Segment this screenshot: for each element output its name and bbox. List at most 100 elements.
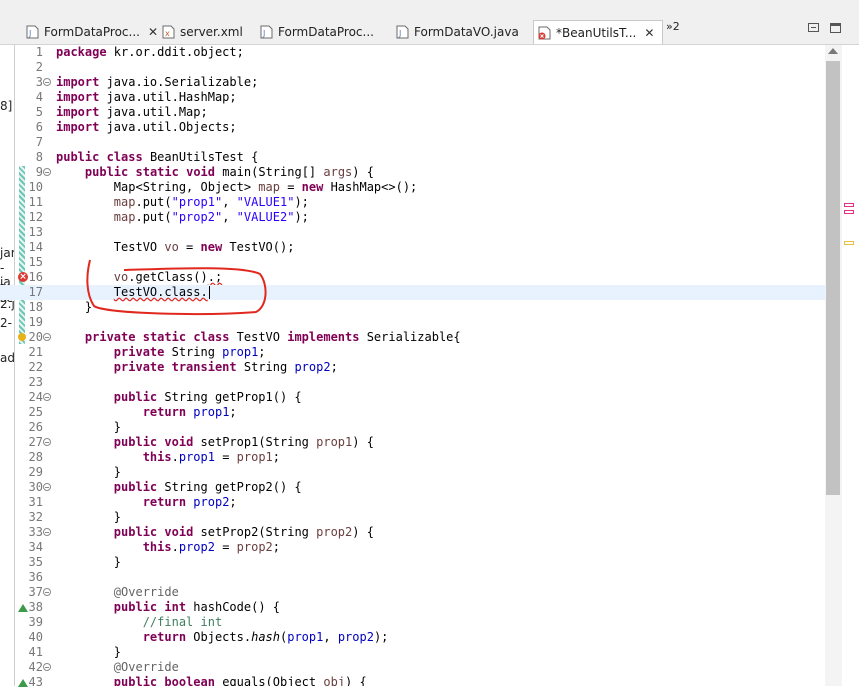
warning-overview-marker[interactable] <box>844 241 854 245</box>
line-number: 31 <box>28 495 43 509</box>
error-overview-marker[interactable] <box>844 203 854 207</box>
tab-beanutilstest[interactable]: *BeanUtilsT... ✕ <box>533 20 663 44</box>
code-line[interactable]: 35 } <box>0 555 825 570</box>
code-text: import java.io.Serializable; <box>56 75 259 89</box>
code-line[interactable]: 20 private static class TestVO implement… <box>0 330 825 345</box>
fold-toggle-icon[interactable] <box>43 528 51 536</box>
code-line[interactable]: 41 } <box>0 645 825 660</box>
code-text: TestVO.class. <box>113 285 210 299</box>
error-overview-marker[interactable] <box>844 210 854 214</box>
code-line[interactable]: 19 <box>0 315 825 330</box>
code-text: this.prop1 = prop1; <box>142 450 281 464</box>
line-number: 12 <box>28 210 43 224</box>
code-line[interactable]: 13 <box>0 225 825 240</box>
fold-toggle-icon[interactable] <box>43 588 51 596</box>
code-line[interactable]: 9 public static void main(String[] args)… <box>0 165 825 180</box>
code-line[interactable]: 24 public String getProp1() { <box>0 390 825 405</box>
code-line[interactable]: 34 this.prop2 = prop2; <box>0 540 825 555</box>
code-line[interactable]: 11 map.put("prop1", "VALUE1"); <box>0 195 825 210</box>
fold-toggle-icon[interactable] <box>43 663 51 671</box>
code-line[interactable]: 10 Map<String, Object> map = new HashMap… <box>0 180 825 195</box>
code-text: } <box>56 300 93 314</box>
code-line[interactable]: 6 import java.util.Objects; <box>0 120 825 135</box>
line-number: 5 <box>35 105 43 119</box>
code-text: } <box>56 420 122 434</box>
code-line[interactable]: 17 TestVO.class. <box>0 285 825 300</box>
line-number: 18 <box>28 300 43 314</box>
code-line[interactable]: 7 <box>0 135 825 150</box>
line-number: 34 <box>28 540 43 554</box>
line-number: 32 <box>28 510 43 524</box>
maximize-icon[interactable] <box>830 23 841 33</box>
code-line[interactable]: 4 import java.util.HashMap; <box>0 90 825 105</box>
code-line[interactable]: 14 TestVO vo = new TestVO(); <box>0 240 825 255</box>
code-line[interactable]: 27 public void setProp1(String prop1) { <box>0 435 825 450</box>
code-line[interactable]: 29 } <box>0 465 825 480</box>
code-text: map.put("prop2", "VALUE2"); <box>113 210 309 224</box>
line-number: 35 <box>28 555 43 569</box>
code-line[interactable]: 22 private transient String prop2; <box>0 360 825 375</box>
code-line[interactable]: 28 this.prop1 = prop1; <box>0 450 825 465</box>
code-line[interactable]: 5 import java.util.Map; <box>0 105 825 120</box>
close-icon[interactable]: ✕ <box>644 26 654 40</box>
tab-formdataproc-2[interactable]: J FormDataProc... <box>256 20 386 44</box>
code-line[interactable]: 8 public class BeanUtilsTest { <box>0 150 825 165</box>
code-line[interactable]: 3 import java.io.Serializable; <box>0 75 825 90</box>
tab-formdatavo[interactable]: J FormDataVO.java <box>392 20 526 44</box>
code-editor[interactable]: 1 package kr.or.ddit.object; 2 3 import java… <box>0 45 825 686</box>
code-line[interactable]: 25 return prop1; <box>0 405 825 420</box>
code-text: this.prop2 = prop2; <box>142 540 281 554</box>
code-text: Map<String, Object> map = new HashMap<>(… <box>56 180 418 194</box>
code-line[interactable]: 31 return prop2; <box>0 495 825 510</box>
line-number: 6 <box>35 120 43 134</box>
code-line[interactable]: 33 public void setProp2(String prop2) { <box>0 525 825 540</box>
fold-toggle-icon[interactable] <box>43 393 51 401</box>
tab-overflow-button[interactable]: »2 <box>666 20 680 33</box>
code-line[interactable]: 30 public String getProp2() { <box>0 480 825 495</box>
code-text: private static class TestVO implements S… <box>84 330 461 344</box>
code-line[interactable]: 38 public int hashCode() { <box>0 600 825 615</box>
code-line[interactable]: 21 private String prop1; <box>0 345 825 360</box>
code-line[interactable]: 36 <box>0 570 825 585</box>
svg-text:J: J <box>262 29 265 38</box>
fold-toggle-icon[interactable] <box>43 333 51 341</box>
code-line[interactable]: 43 public boolean equals(Object obj) { <box>0 675 825 686</box>
close-icon[interactable]: ✕ <box>148 25 158 39</box>
overview-ruler <box>842 45 859 686</box>
code-line[interactable]: 16 vo.getClass().; <box>0 270 825 285</box>
code-line[interactable]: 26 } <box>0 420 825 435</box>
code-line[interactable]: 12 map.put("prop2", "VALUE2"); <box>0 210 825 225</box>
code-line[interactable]: 18 } <box>0 300 825 315</box>
code-line[interactable]: 39 //final int <box>0 615 825 630</box>
code-text: TestVO vo = new TestVO(); <box>56 240 295 254</box>
code-text: //final int <box>142 615 223 629</box>
tab-formdataproc-1[interactable]: J FormDataProc... ✕ <box>22 20 158 44</box>
code-line[interactable]: 32 } <box>0 510 825 525</box>
minimize-icon[interactable] <box>808 23 819 32</box>
code-line[interactable]: 2 <box>0 60 825 75</box>
scroll-up-arrow-icon[interactable] <box>828 48 838 54</box>
code-text: public void setProp1(String prop1) { <box>113 435 374 449</box>
code-line[interactable]: 1 package kr.or.ddit.object; <box>0 45 825 60</box>
code-text: import java.util.HashMap; <box>56 90 237 104</box>
code-line[interactable]: 23 <box>0 375 825 390</box>
code-line[interactable]: 15 <box>0 255 825 270</box>
line-number: 3 <box>35 75 43 89</box>
line-number: 17 <box>28 285 43 299</box>
fold-toggle-icon[interactable] <box>43 483 51 491</box>
code-line[interactable]: 42 @Override <box>0 660 825 675</box>
code-text: } <box>56 645 122 659</box>
fold-toggle-icon[interactable] <box>43 438 51 446</box>
line-number: 1 <box>35 45 43 59</box>
fold-toggle-icon[interactable] <box>43 78 51 86</box>
tab-label: server.xml <box>180 25 243 39</box>
code-text: private transient String prop2; <box>113 360 338 374</box>
tab-server-xml[interactable]: x server.xml <box>158 20 250 44</box>
code-line[interactable]: 37 @Override <box>0 585 825 600</box>
code-text: } <box>56 465 122 479</box>
scrollbar-thumb[interactable] <box>826 61 840 495</box>
line-number: 24 <box>28 390 43 404</box>
fold-toggle-icon[interactable] <box>43 168 51 176</box>
code-line[interactable]: 40 return Objects.hash(prop1, prop2); <box>0 630 825 645</box>
svg-text:x: x <box>165 29 170 38</box>
